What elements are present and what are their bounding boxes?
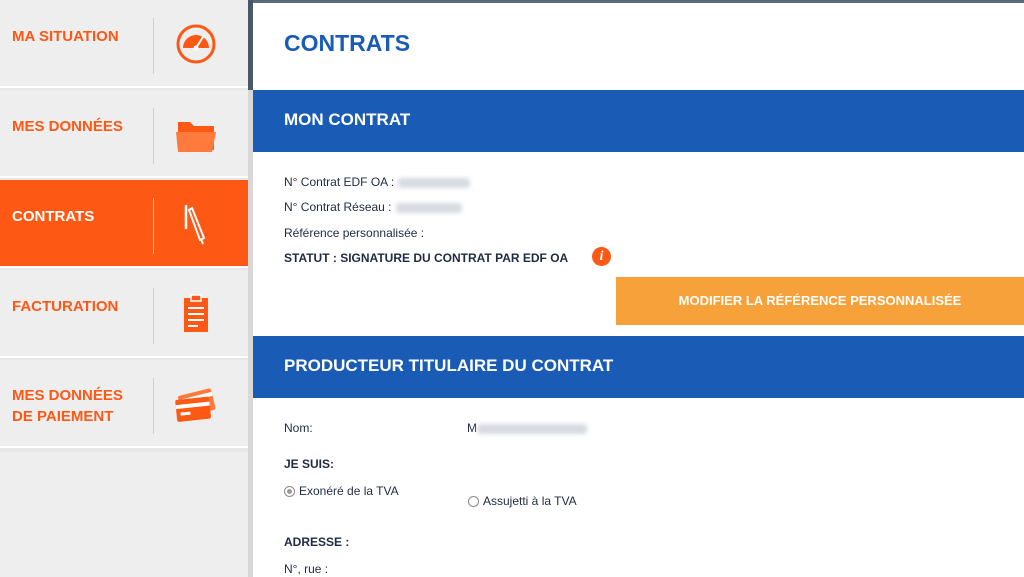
je-suis-label: JE SUIS:	[284, 457, 335, 471]
section-title: PRODUCTEUR TITULAIRE DU CONTRAT	[284, 356, 614, 375]
section-title: MON CONTRAT	[284, 110, 411, 129]
reference-personnalisee-label: Référence personnalisée :	[284, 226, 425, 240]
sidebar-item-label: CONTRATS	[12, 208, 95, 225]
gauge-icon	[176, 24, 216, 64]
radio-assujetti-tva[interactable]: Assujetti à la TVA	[468, 494, 577, 508]
sidebar-item-label: MA SITUATION	[12, 28, 119, 45]
pen-icon	[184, 204, 206, 245]
info-icon[interactable]: i	[592, 247, 611, 266]
redacted-value	[398, 177, 471, 188]
main-content: CONTRATS MON CONTRAT N° Contrat EDF OA :…	[253, 0, 1024, 577]
sidebar-item-label: MES DONNÉES	[12, 118, 123, 135]
nom-label: Nom:	[284, 421, 313, 435]
redacted-value	[477, 423, 587, 434]
sidebar-item-mes-donnees[interactable]: MES DONNÉES	[0, 90, 248, 178]
section-header-mon-contrat: MON CONTRAT	[253, 90, 1024, 152]
divider	[153, 378, 154, 434]
reference-personnalisee-row: Référence personnalisée :	[284, 226, 424, 240]
radio-label: Exonéré de la TVA	[299, 484, 399, 498]
clipboard-icon	[184, 294, 208, 332]
divider	[153, 198, 154, 254]
status-text: STATUT : SIGNATURE DU CONTRAT PAR EDF OA	[284, 251, 569, 265]
sidebar-item-label-line2: DE PAIEMENT	[12, 408, 114, 425]
sidebar-item-label: FACTURATION	[12, 298, 119, 315]
section-header-producteur: PRODUCTEUR TITULAIRE DU CONTRAT	[253, 336, 1024, 398]
contrat-reseau-row: N° Contrat Réseau :	[284, 200, 462, 214]
sidebar-item-label-line1: MES DONNÉES	[12, 387, 123, 404]
sidebar-item-contrats[interactable]: CONTRATS	[0, 180, 248, 268]
contrat-edf-oa-row: N° Contrat EDF OA :	[284, 175, 471, 189]
divider	[153, 18, 154, 74]
sidebar-item-facturation[interactable]: FACTURATION	[0, 270, 248, 358]
folder-icon	[176, 122, 216, 152]
radio-button-selected[interactable]	[284, 486, 295, 497]
sidebar-item-ma-situation[interactable]: MA SITUATION	[0, 0, 248, 88]
nom-value-initial: M	[467, 421, 477, 435]
page-title: CONTRATS	[284, 30, 411, 56]
modify-reference-button[interactable]: MODIFIER LA RÉFÉRENCE PERSONNALISÉE	[616, 277, 1024, 325]
nom-value: M	[467, 421, 587, 435]
divider	[153, 108, 154, 164]
rue-label: N°, rue :	[284, 562, 329, 576]
sidebar-item-mes-donnees-de-paiement[interactable]: MES DONNÉES DE PAIEMENT	[0, 360, 248, 448]
redacted-value	[395, 202, 462, 213]
contrat-edf-oa-label: N° Contrat EDF OA :	[284, 175, 395, 189]
sidebar: MA SITUATION MES DONNÉES CONTRATS FACTUR…	[0, 0, 248, 577]
adresse-label: ADRESSE :	[284, 535, 350, 549]
radio-exonere-tva[interactable]: Exonéré de la TVA	[284, 484, 399, 498]
divider	[153, 288, 154, 344]
radio-button[interactable]	[468, 496, 479, 507]
contrat-reseau-label: N° Contrat Réseau :	[284, 200, 392, 214]
credit-cards-icon	[175, 388, 216, 422]
sidebar-filler	[0, 452, 248, 577]
radio-label: Assujetti à la TVA	[483, 494, 577, 508]
